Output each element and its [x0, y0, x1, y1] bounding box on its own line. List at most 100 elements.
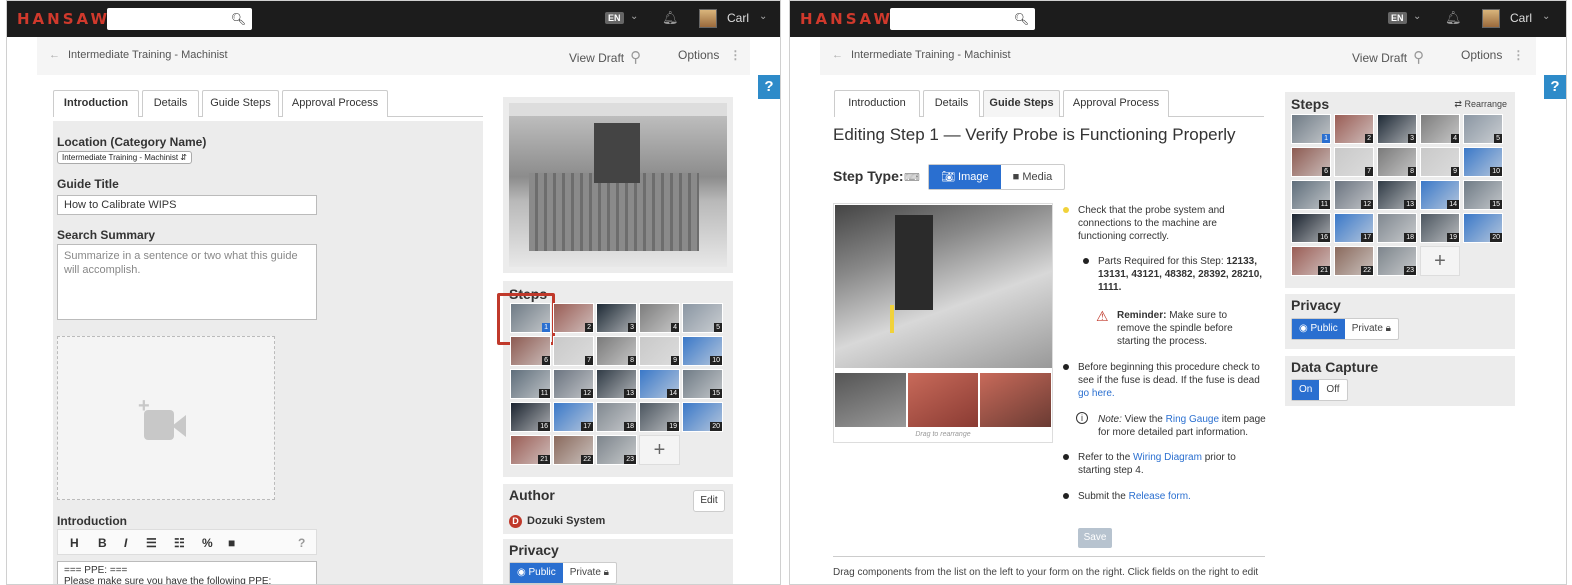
search-summary-textarea[interactable]: Summarize in a sentence or two what this…: [57, 244, 317, 320]
breadcrumb[interactable]: ← Intermediate Training - Machinist: [49, 49, 228, 61]
step-thumbnail[interactable]: 21: [1291, 246, 1331, 276]
step-thumbnail[interactable]: 5: [1463, 114, 1503, 144]
step-thumbnail[interactable]: 20: [682, 402, 723, 432]
step-thumbnail[interactable]: 23: [596, 435, 637, 465]
search-input[interactable]: 🔍︎: [890, 8, 1035, 30]
step-thumbnail[interactable]: 8: [596, 336, 637, 366]
step-thumbnail[interactable]: 6: [1291, 147, 1331, 177]
step-thumbnail[interactable]: 4: [639, 303, 680, 333]
options-button[interactable]: Options ⋮: [1461, 48, 1524, 62]
language-badge[interactable]: EN: [1388, 12, 1407, 24]
step-thumbnail[interactable]: 5: [682, 303, 723, 333]
step-thumbnail[interactable]: 9: [639, 336, 680, 366]
bullet-text[interactable]: Submit the Release form.: [1078, 490, 1258, 503]
main-image[interactable]: [509, 103, 727, 267]
tab-details[interactable]: Details: [142, 90, 199, 117]
tab-guide-steps[interactable]: Guide Steps: [202, 90, 279, 117]
help-icon[interactable]: ?: [298, 536, 305, 550]
step-thumbnail[interactable]: 13: [1377, 180, 1417, 210]
avatar[interactable]: [699, 9, 717, 28]
data-capture-on-button[interactable]: On: [1292, 380, 1320, 400]
step-thumbnail[interactable]: 7: [553, 336, 594, 366]
step-thumbnail[interactable]: 8: [1377, 147, 1417, 177]
options-button[interactable]: Options ⋮: [678, 48, 741, 62]
add-step-button[interactable]: +: [639, 435, 680, 465]
step-thumbnail[interactable]: 19: [639, 402, 680, 432]
language-badge[interactable]: EN: [605, 12, 624, 24]
numbered-list-icon[interactable]: ☷: [174, 536, 185, 550]
intro-media-dropzone[interactable]: +: [57, 336, 275, 500]
bell-icon[interactable]: 🔔︎: [1445, 10, 1462, 26]
brand-logo[interactable]: HANSAW: [17, 10, 110, 28]
step-thumbnail[interactable]: 18: [1377, 213, 1417, 243]
step-thumbnail[interactable]: 15: [682, 369, 723, 399]
brand-logo[interactable]: HANSAW: [800, 10, 893, 28]
search-icon[interactable]: 🔍︎: [1014, 12, 1029, 26]
step-thumbnail[interactable]: 10: [1463, 147, 1503, 177]
privacy-public-button[interactable]: ◉ Public: [1292, 319, 1345, 339]
help-button[interactable]: ?: [1544, 75, 1566, 99]
tab-introduction[interactable]: Introduction: [834, 90, 920, 117]
step-thumbnail[interactable]: 2: [1334, 114, 1374, 144]
rearrange-button[interactable]: ⇄ Rearrange: [1454, 99, 1507, 110]
bullet-text[interactable]: Before beginning this procedure check to…: [1078, 361, 1268, 400]
heading-button[interactable]: H: [70, 536, 79, 550]
step-thumbnail[interactable]: 16: [510, 402, 551, 432]
user-name[interactable]: Carl: [1510, 11, 1532, 25]
tab-guide-steps[interactable]: Guide Steps: [983, 90, 1060, 117]
chevron-down-icon[interactable]: ⌄: [1542, 11, 1550, 22]
bullet-list-icon[interactable]: ☰: [146, 536, 157, 550]
back-arrow-icon[interactable]: ←: [49, 49, 60, 61]
step-thumbnail[interactable]: 2: [553, 303, 594, 333]
step-thumbnail[interactable]: 16: [1291, 213, 1331, 243]
breadcrumb-label[interactable]: Intermediate Training - Machinist: [851, 49, 1011, 61]
view-draft-button[interactable]: View Draft ⚲: [569, 48, 641, 66]
step-thumbnail[interactable]: 18: [596, 402, 637, 432]
chevron-down-icon[interactable]: ⌄: [759, 11, 767, 22]
step-thumbnail[interactable]: 11: [1291, 180, 1331, 210]
step-thumbnail[interactable]: 3: [1377, 114, 1417, 144]
step-thumb-3[interactable]: [980, 373, 1051, 427]
tab-details[interactable]: Details: [923, 90, 980, 117]
step-thumbnail[interactable]: 11: [510, 369, 551, 399]
release-form-link[interactable]: Release form.: [1129, 491, 1191, 502]
view-draft-button[interactable]: View Draft ⚲: [1352, 48, 1424, 66]
step-thumb-2[interactable]: [908, 373, 978, 427]
go-here-link[interactable]: go here.: [1078, 388, 1115, 399]
italic-button[interactable]: I: [124, 536, 127, 550]
step-type-media-button[interactable]: ■ Media: [1001, 165, 1065, 189]
help-button[interactable]: ?: [758, 75, 780, 99]
avatar[interactable]: [1482, 9, 1500, 28]
step-main-image[interactable]: [835, 205, 1052, 368]
privacy-private-button[interactable]: Private 🔒︎: [1345, 319, 1398, 339]
step-thumbnail[interactable]: 14: [639, 369, 680, 399]
link-icon[interactable]: %: [202, 536, 213, 550]
bullet-text[interactable]: Note: View the Ring Gauge item page for …: [1098, 413, 1268, 439]
step-thumbnail[interactable]: 13: [596, 369, 637, 399]
step-thumbnail[interactable]: 1: [1291, 114, 1331, 144]
ring-gauge-link[interactable]: Ring Gauge: [1166, 414, 1219, 425]
step-thumbnail[interactable]: 14: [1420, 180, 1460, 210]
back-arrow-icon[interactable]: ←: [832, 49, 843, 61]
guide-title-input[interactable]: How to Calibrate WIPS: [57, 195, 317, 215]
bell-icon[interactable]: 🔔︎: [662, 10, 679, 26]
tab-approval-process[interactable]: Approval Process: [282, 90, 388, 117]
step-thumbnail[interactable]: 19: [1420, 213, 1460, 243]
step-type-image-button[interactable]: 📷︎ Image: [929, 165, 1001, 189]
privacy-private-button[interactable]: Private 🔒︎: [563, 563, 616, 583]
search-icon[interactable]: 🔍︎: [231, 12, 246, 26]
step-thumb-1[interactable]: [835, 373, 906, 427]
search-input[interactable]: 🔍︎: [107, 8, 252, 30]
bullet-text[interactable]: Reminder: Make sure to remove the spindl…: [1117, 309, 1262, 348]
wiring-diagram-link[interactable]: Wiring Diagram: [1133, 452, 1202, 463]
step-thumbnail[interactable]: 6: [510, 336, 551, 366]
step-thumbnail[interactable]: 12: [553, 369, 594, 399]
user-name[interactable]: Carl: [727, 11, 749, 25]
add-step-button[interactable]: +: [1420, 246, 1460, 276]
chevron-down-icon[interactable]: ⌄: [630, 11, 638, 22]
step-thumbnail[interactable]: 7: [1334, 147, 1374, 177]
step-thumbnail[interactable]: 23: [1377, 246, 1417, 276]
step-thumbnail[interactable]: 12: [1334, 180, 1374, 210]
chevron-down-icon[interactable]: ⌄: [1413, 11, 1421, 22]
bullet-text[interactable]: Parts Required for this Step: 12133, 131…: [1098, 255, 1263, 294]
